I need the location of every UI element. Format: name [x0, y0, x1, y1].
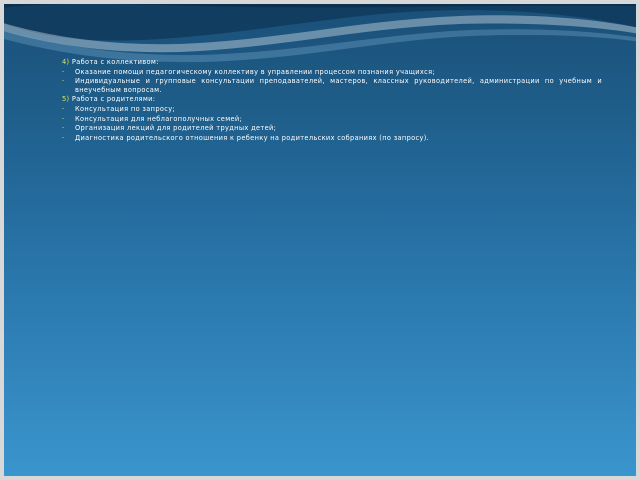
list-item-text: Консультация для неблагополучных семей;: [75, 114, 243, 123]
list-item: - Консультация по запросу;: [62, 105, 602, 114]
dash-bullet-icon: -: [62, 114, 65, 122]
list-item: - Индивидуальные и групповые консультации…: [62, 77, 602, 94]
dash-bullet-icon: -: [62, 77, 65, 85]
dash-bullet-icon: -: [62, 124, 65, 132]
list-item-text: Консультация по запросу;: [75, 104, 176, 113]
item-list: - Оказание помощи педагогическому коллект…: [62, 68, 602, 95]
list-item: - Организация лекций для родителей трудны…: [62, 124, 602, 133]
dash-bullet-icon: -: [62, 133, 65, 141]
section-title-text: Работа с коллективом:: [71, 58, 159, 66]
list-item: - Диагностика родительского отношения к р…: [62, 134, 602, 143]
section-staff: 4) Работа с коллективом: - Оказание помощ…: [62, 58, 602, 94]
section-title: 5) Работа с родителями:: [62, 95, 602, 104]
section-title: 4) Работа с коллективом:: [62, 58, 602, 67]
dash-bullet-icon: -: [62, 67, 65, 75]
slide-content: 4) Работа с коллективом: - Оказание помощ…: [62, 58, 602, 143]
section-number: 5): [62, 95, 70, 104]
list-item-text: Оказание помощи педагогическому коллекти…: [75, 67, 436, 76]
list-item: - Оказание помощи педагогическому коллект…: [62, 68, 602, 77]
item-list: - Консультация по запросу; - Консультация …: [62, 105, 602, 142]
list-item: - Консультация для неблагополучных семей;: [62, 115, 602, 124]
section-number: 4): [62, 58, 70, 66]
list-item-text: Организация лекций для родителей трудных…: [75, 124, 277, 133]
dash-bullet-icon: -: [62, 104, 65, 112]
list-item-text: Диагностика родительского отношения к ре…: [75, 133, 430, 142]
section-parents: 5) Работа с родителями: - Консультация по…: [62, 95, 602, 142]
list-item-text: Индивидуальные и групповые консультации …: [75, 77, 602, 94]
section-title-text: Работа с родителями:: [71, 95, 156, 104]
